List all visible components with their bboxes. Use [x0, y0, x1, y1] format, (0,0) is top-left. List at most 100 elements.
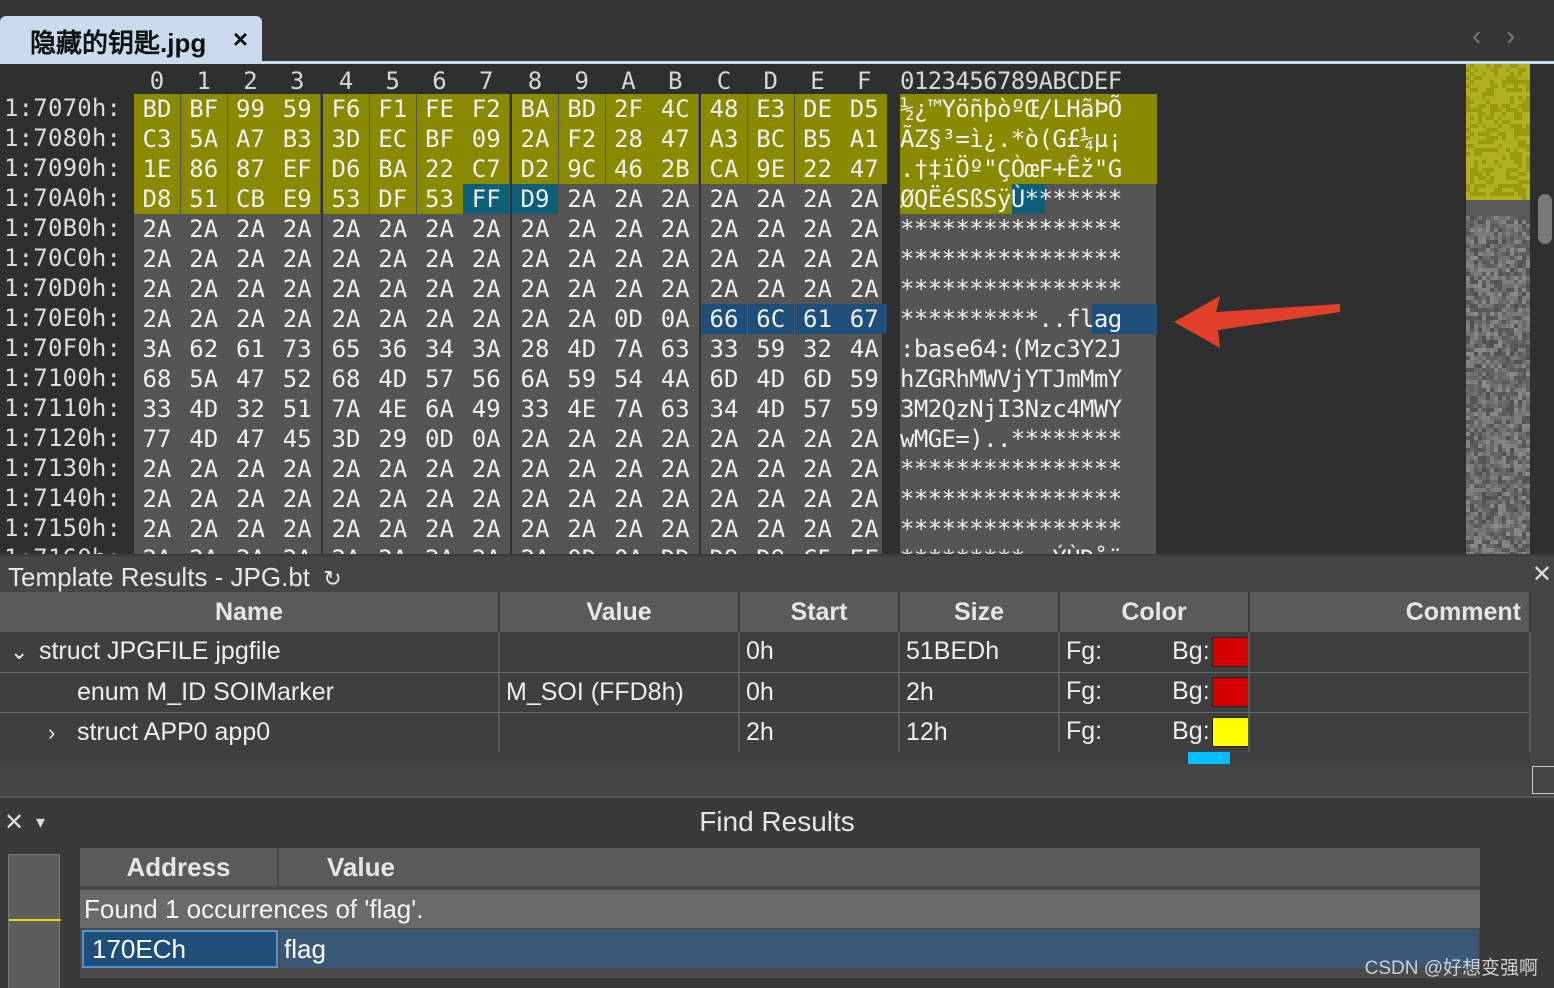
- hex-byte[interactable]: 2A: [323, 304, 369, 334]
- hex-byte[interactable]: C3: [134, 124, 180, 154]
- ascii-row[interactable]: ****************: [900, 244, 1156, 274]
- hex-byte[interactable]: 2A: [323, 454, 369, 484]
- table-row[interactable]: › struct APP0 app0 2h 12h Fg: Bg:: [0, 712, 1531, 753]
- hex-byte[interactable]: 86: [180, 154, 227, 184]
- hex-byte[interactable]: 68: [323, 364, 369, 394]
- hex-byte[interactable]: 2A: [323, 214, 369, 244]
- hex-byte[interactable]: 4C: [652, 94, 699, 124]
- hex-byte[interactable]: 53: [323, 184, 369, 214]
- hex-byte[interactable]: 2A: [228, 514, 274, 544]
- hex-byte[interactable]: EC: [369, 124, 416, 154]
- hex-byte[interactable]: 6D: [795, 364, 841, 394]
- hex-byte[interactable]: 7A: [323, 394, 369, 424]
- hex-byte[interactable]: B3: [274, 124, 321, 154]
- hex-byte[interactable]: 2A: [370, 304, 416, 334]
- hex-byte[interactable]: 2F: [605, 94, 652, 124]
- hex-byte[interactable]: C5: [795, 544, 841, 554]
- hex-byte[interactable]: FE: [416, 94, 463, 124]
- hex-byte[interactable]: 4D: [748, 394, 794, 424]
- hex-byte[interactable]: 2A: [559, 514, 605, 544]
- hex-byte[interactable]: 2A: [701, 214, 747, 244]
- hex-byte[interactable]: D5: [841, 94, 888, 124]
- refresh-icon[interactable]: ↻: [323, 566, 341, 591]
- hex-byte[interactable]: 7A: [606, 394, 652, 424]
- hex-byte[interactable]: 2A: [841, 454, 887, 484]
- hex-byte[interactable]: 2A: [559, 424, 605, 454]
- hex-byte[interactable]: F2: [463, 94, 510, 124]
- hex-byte[interactable]: 65: [323, 334, 369, 364]
- hex-byte[interactable]: 2A: [559, 274, 605, 304]
- hex-byte[interactable]: 2A: [652, 484, 698, 514]
- hex-byte[interactable]: 0D: [606, 304, 652, 334]
- hex-byte[interactable]: 2A: [370, 514, 416, 544]
- hex-byte[interactable]: 2A: [512, 424, 558, 454]
- hex-byte[interactable]: 2B: [652, 154, 699, 184]
- hex-byte[interactable]: 2A: [417, 454, 463, 484]
- hex-byte[interactable]: 2A: [748, 514, 794, 544]
- hex-byte[interactable]: 2A: [417, 244, 463, 274]
- hex-byte[interactable]: 61: [228, 334, 274, 364]
- hex-byte[interactable]: FF: [463, 184, 510, 214]
- hex-byte[interactable]: 2A: [463, 514, 509, 544]
- hex-byte[interactable]: 0D: [559, 544, 605, 554]
- hex-byte[interactable]: 2A: [370, 454, 416, 484]
- hex-byte[interactable]: 2A: [134, 484, 180, 514]
- hex-byte[interactable]: 2A: [512, 544, 558, 554]
- hex-byte[interactable]: 2A: [274, 304, 320, 334]
- hex-byte[interactable]: 54: [606, 364, 652, 394]
- hex-byte[interactable]: 33: [512, 394, 558, 424]
- ascii-row[interactable]: ****************: [900, 514, 1156, 544]
- hex-byte[interactable]: 2A: [606, 454, 652, 484]
- hex-byte[interactable]: 2A: [795, 214, 841, 244]
- hex-byte[interactable]: 2A: [559, 454, 605, 484]
- hex-byte[interactable]: 0A: [463, 424, 509, 454]
- hex-byte[interactable]: 59: [841, 394, 887, 424]
- hex-byte[interactable]: 2A: [228, 544, 274, 554]
- hex-byte[interactable]: 59: [274, 94, 321, 124]
- hex-byte[interactable]: 2A: [274, 544, 320, 554]
- ascii-row[interactable]: ****************: [900, 484, 1156, 514]
- hex-byte[interactable]: 47: [652, 124, 699, 154]
- hex-byte[interactable]: 2A: [323, 484, 369, 514]
- hex-byte[interactable]: 2A: [559, 484, 605, 514]
- hex-byte[interactable]: 68: [134, 364, 180, 394]
- hex-byte[interactable]: 2A: [228, 304, 274, 334]
- minimap[interactable]: [1466, 64, 1530, 554]
- hex-byte[interactable]: 48: [701, 94, 747, 124]
- hex-byte[interactable]: 2A: [323, 274, 369, 304]
- hex-byte[interactable]: 2A: [323, 544, 369, 554]
- hex-byte[interactable]: 2A: [606, 214, 652, 244]
- hex-byte[interactable]: 33: [134, 394, 180, 424]
- hex-byte[interactable]: 57: [795, 394, 841, 424]
- hex-byte[interactable]: 2A: [795, 454, 841, 484]
- hex-byte[interactable]: 87: [227, 154, 274, 184]
- hex-byte[interactable]: 2A: [463, 244, 509, 274]
- hex-byte[interactable]: 2A: [701, 244, 747, 274]
- hex-byte[interactable]: 59: [748, 334, 794, 364]
- hex-byte[interactable]: 2A: [323, 244, 369, 274]
- hex-byte[interactable]: 73: [274, 334, 320, 364]
- hex-byte[interactable]: D6: [323, 154, 369, 184]
- ascii-row[interactable]: ½¿™YöñþòºŒ/LHãÞÕ: [900, 94, 1156, 124]
- hex-byte[interactable]: D8: [134, 184, 180, 214]
- hex-byte[interactable]: 4D: [181, 424, 227, 454]
- hex-byte[interactable]: 34: [417, 334, 463, 364]
- hex-byte[interactable]: 09: [463, 124, 510, 154]
- close-icon[interactable]: ×: [233, 24, 248, 55]
- hex-byte[interactable]: 45: [274, 424, 320, 454]
- hex-byte[interactable]: 2A: [512, 484, 558, 514]
- hex-byte[interactable]: 2A: [134, 244, 180, 274]
- close-icon[interactable]: ✕: [1532, 560, 1552, 589]
- ascii-row[interactable]: ****************: [900, 214, 1156, 244]
- hex-byte[interactable]: 32: [795, 334, 841, 364]
- hex-byte[interactable]: DF: [369, 184, 416, 214]
- column-header-color[interactable]: Color: [1059, 592, 1250, 632]
- hex-byte[interactable]: 2A: [228, 244, 274, 274]
- hex-byte[interactable]: 2A: [748, 274, 794, 304]
- hex-byte[interactable]: 2A: [748, 484, 794, 514]
- hex-byte[interactable]: 67: [841, 304, 888, 334]
- hex-byte[interactable]: 2A: [701, 484, 747, 514]
- hex-byte[interactable]: BC: [747, 124, 794, 154]
- hex-byte[interactable]: 62: [181, 334, 227, 364]
- hex-byte[interactable]: 9E: [747, 154, 794, 184]
